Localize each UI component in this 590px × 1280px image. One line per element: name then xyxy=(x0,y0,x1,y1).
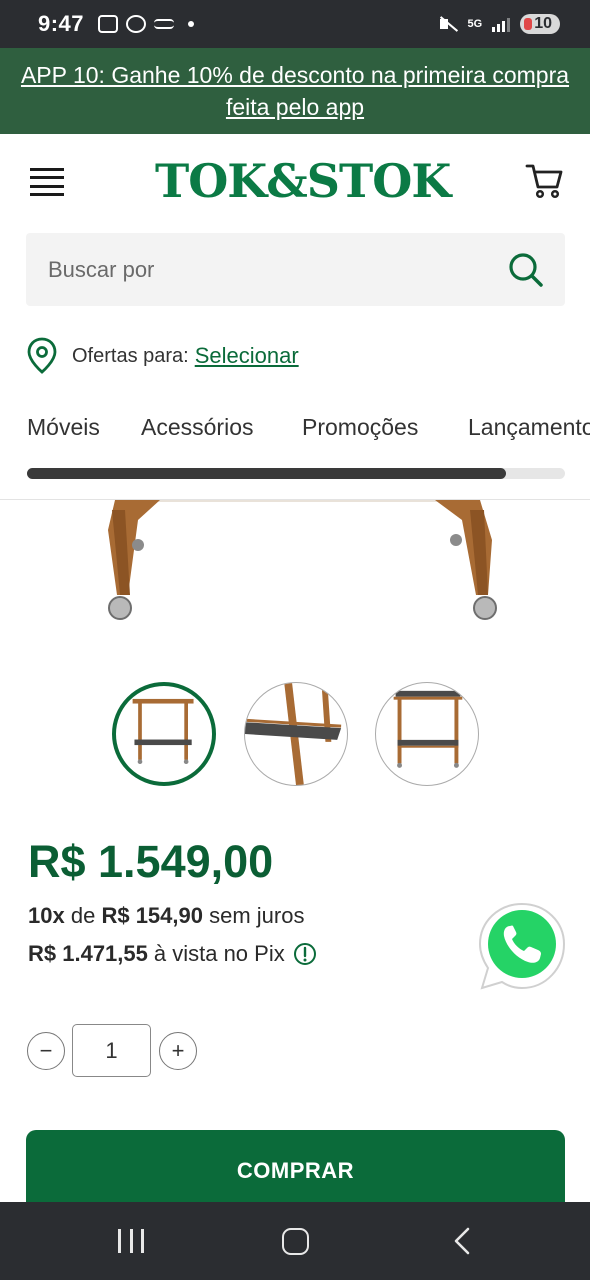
installments-value: R$ 154,90 xyxy=(101,903,203,928)
tab-acessorios[interactable]: Acessórios xyxy=(141,414,253,441)
status-bar: 9:47 5G 10 xyxy=(0,0,590,48)
whatsapp-chat-button[interactable] xyxy=(476,900,568,992)
minus-icon: − xyxy=(39,1038,53,1063)
category-tabs: Móveis Acessórios Promoções Lançamentos xyxy=(0,406,590,452)
quantity-input[interactable] xyxy=(72,1024,151,1077)
promo-text[interactable]: APP 10: Ganhe 10% de desconto na primeir… xyxy=(0,59,590,123)
installments-connector: de xyxy=(70,903,96,928)
installments-info: 10x de R$ 154,90 sem juros xyxy=(28,903,304,929)
offers-label: Ofertas para: xyxy=(72,344,189,367)
tab-promocoes[interactable]: Promoções xyxy=(302,414,418,441)
signal-icon xyxy=(492,16,511,32)
cart-icon[interactable] xyxy=(524,160,564,200)
home-icon[interactable] xyxy=(282,1228,309,1255)
info-icon[interactable] xyxy=(293,942,317,966)
product-main-image[interactable] xyxy=(0,500,590,640)
quantity-increase-button[interactable]: + xyxy=(159,1032,197,1070)
screenshot-notification-icon xyxy=(98,15,119,33)
network-type-label: 5G xyxy=(467,18,483,30)
site-header: TOK&STOK xyxy=(0,134,590,230)
installments-suffix: sem juros xyxy=(209,903,305,928)
product-thumbnail-3[interactable] xyxy=(375,682,479,786)
tab-lancamentos[interactable]: Lançamentos xyxy=(468,414,590,441)
location-row: Ofertas para: Selecionar xyxy=(26,336,299,376)
battery-level: 10 xyxy=(534,15,552,32)
select-location-link[interactable]: Selecionar xyxy=(195,343,299,369)
recent-apps-icon[interactable] xyxy=(118,1229,144,1253)
system-icons: 5G 10 xyxy=(438,14,560,34)
thumbnail-image-2 xyxy=(245,683,342,785)
search-input[interactable] xyxy=(48,256,478,283)
pix-suffix: à vista no Pix xyxy=(153,941,285,966)
app-screen: 9:47 5G 10 APP 10: Ganhe 10% de desconto… xyxy=(0,0,590,1280)
product-thumbnail-1[interactable] xyxy=(112,682,216,786)
ifood-notification-icon xyxy=(154,19,175,29)
category-scrollbar-thumb[interactable] xyxy=(27,468,506,479)
status-time: 9:47 xyxy=(38,11,85,36)
promo-banner[interactable]: APP 10: Ganhe 10% de desconto na primeir… xyxy=(0,48,590,134)
quantity-decrease-button[interactable]: − xyxy=(27,1032,65,1070)
search-icon[interactable] xyxy=(507,251,545,289)
search-box[interactable] xyxy=(26,233,565,306)
notification-icons xyxy=(98,15,195,33)
buy-button[interactable]: COMPRAR xyxy=(26,1130,565,1212)
system-navigation-bar xyxy=(0,1202,590,1280)
thumbnail-image-1 xyxy=(132,698,194,764)
whatsapp-notification-icon xyxy=(126,15,147,33)
pix-price-info: R$ 1.471,55 à vista no Pix xyxy=(28,941,317,967)
product-thumbnail-2[interactable] xyxy=(244,682,348,786)
location-pin-icon xyxy=(27,337,57,374)
pix-price: R$ 1.471,55 xyxy=(28,941,148,966)
installments-count: 10x xyxy=(28,903,65,928)
more-notifications-icon xyxy=(188,21,195,27)
battery-icon xyxy=(524,18,533,30)
hamburger-menu-icon[interactable] xyxy=(30,168,64,196)
back-icon[interactable] xyxy=(450,1226,474,1256)
tab-moveis[interactable]: Móveis xyxy=(27,414,100,441)
thumbnail-image-3 xyxy=(393,690,463,768)
mute-icon xyxy=(438,16,458,32)
battery-indicator: 10 xyxy=(520,14,560,34)
product-price: R$ 1.549,00 xyxy=(28,836,274,887)
category-scrollbar[interactable] xyxy=(27,468,565,479)
brand-logo[interactable]: TOK&STOK xyxy=(155,152,451,210)
plus-icon: + xyxy=(171,1038,185,1063)
